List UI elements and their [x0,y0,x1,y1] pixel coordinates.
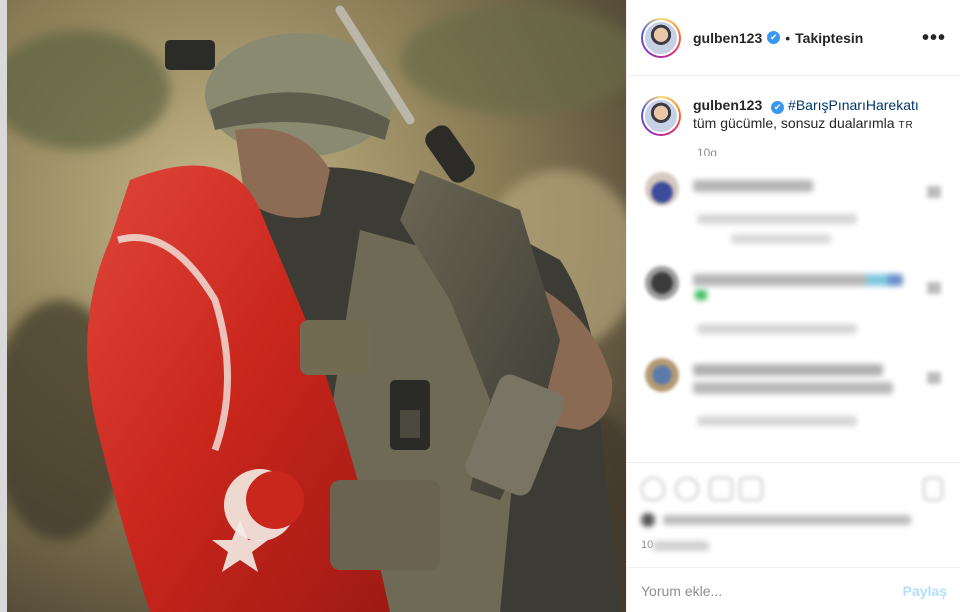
add-comment-bar: Yorum ekle... Paylaş [627,567,960,612]
action-icons [641,477,947,503]
caption-time: 10g [697,146,718,156]
comment-input[interactable]: Yorum ekle... [641,583,722,599]
comment-avatar[interactable] [645,266,679,300]
separator-dot: • [785,29,791,46]
post-date-text: 10 [641,539,654,551]
caption-hashtag[interactable]: #BarışPınarıHarekatı [788,97,919,113]
likes-text-blurred [663,515,911,525]
more-options-icon[interactable]: ••• [922,28,946,48]
comment-text-blurred [693,382,893,394]
comment-avatar[interactable] [645,358,679,392]
comment-text-blurred [693,364,883,376]
window-edge [0,0,7,612]
comment-avatar[interactable] [645,172,679,206]
send-icon[interactable] [739,477,763,501]
caption-body: tüm gücümle, sonsuz dualarımla [693,115,895,131]
post-header: gulben123 ✔ • Takiptesin ••• [627,0,960,76]
heart-icon[interactable] [927,282,941,294]
post-comment-button[interactable]: Paylaş [903,583,947,599]
liker-avatar-blurred [641,513,655,527]
comment-icon[interactable] [675,477,699,501]
post-actions: 10 Yorum ekle... Paylaş [627,462,960,612]
heart-icon[interactable] [927,372,941,384]
caption-text: gulben123 ✔ #BarışPınarıHarekatı tüm güc… [693,96,945,136]
caption-verified-icon: ✔ [771,100,785,114]
post-image[interactable] [0,0,626,612]
soldier-with-flag-photo [0,0,626,612]
likes-blurred[interactable] [641,513,941,527]
post-sidebar: gulben123 ✔ • Takiptesin ••• gulben123 ✔… [626,0,960,612]
comments-area: gulben123 ✔ #BarışPınarıHarekatı tüm güc… [627,76,960,461]
post-date: 10 [641,539,709,551]
post-date-blurred [653,541,709,551]
comment-meta-blurred [697,416,857,426]
comment-blurred [641,358,947,448]
verified-icon: ✔ [767,31,781,44]
heart-icon[interactable] [927,186,941,198]
comment-blurred [641,172,947,262]
comment-meta-blurred [697,324,857,334]
author-username[interactable]: gulben123 [693,30,762,46]
caption-flag: TR [898,120,914,131]
like-icon[interactable] [641,477,665,501]
comment-blurred [641,266,947,346]
comment-meta-blurred [697,214,857,224]
view-replies-blurred [731,234,831,244]
follow-status-button[interactable]: Takiptesin [795,30,863,46]
caption-row: gulben123 ✔ #BarışPınarıHarekatı tüm güc… [641,96,946,136]
comment-text-blurred [693,180,813,192]
comment-emoji-blurred [695,290,707,300]
caption-username[interactable]: gulben123 [693,97,762,113]
comment-text-blurred [693,274,903,286]
share-icon[interactable] [709,477,733,501]
caption-avatar[interactable] [641,96,681,136]
author-avatar[interactable] [641,17,681,58]
save-icon[interactable] [923,477,943,501]
